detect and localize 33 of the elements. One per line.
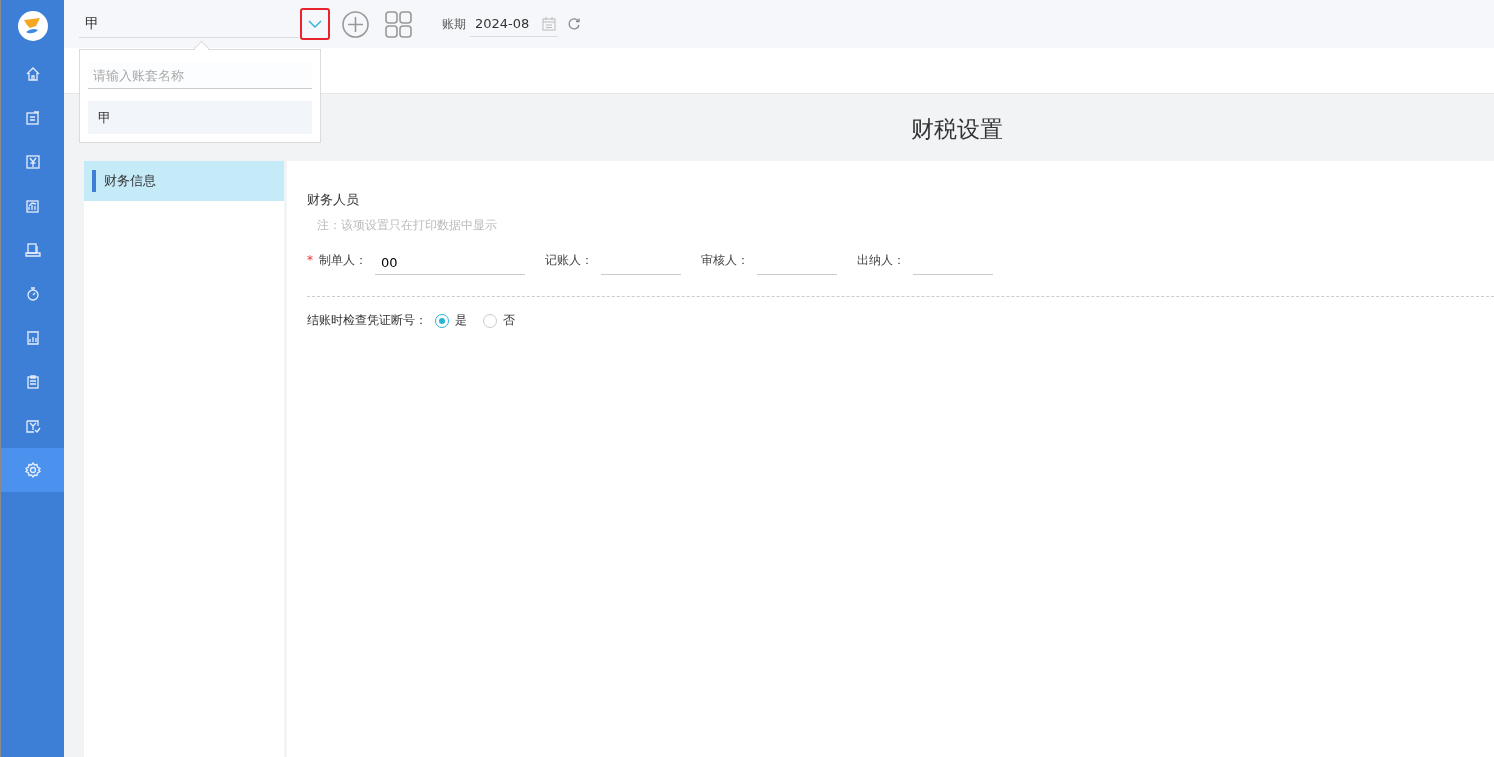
required-mark: * <box>307 253 313 267</box>
chevron-down-icon <box>308 20 322 28</box>
account-select[interactable]: 甲 <box>79 10 299 38</box>
field-label: 记账人： <box>545 251 593 269</box>
period-field[interactable]: 2024-08 <box>470 11 558 37</box>
radio-label: 是 <box>455 312 467 329</box>
dropdown-panel[interactable]: 请输入账套名称 甲 <box>79 49 321 143</box>
yen-check-icon <box>23 417 42 435</box>
page-title: 财税设置 <box>911 115 1003 144</box>
calendar-icon <box>541 15 558 32</box>
chart-icon <box>23 197 42 215</box>
refresh-icon[interactable] <box>567 17 581 31</box>
note-text: 注：该项设置只在打印数据中显示 <box>317 217 498 234</box>
settings-icon <box>23 461 42 479</box>
sidebar-item[interactable] <box>1 448 64 492</box>
app-logo <box>17 11 48 41</box>
field-label: 出纳人： <box>857 251 905 269</box>
document-icon <box>23 109 42 127</box>
radio-label: 否 <box>503 312 515 329</box>
account-option[interactable]: 甲 <box>88 101 312 134</box>
radio-option[interactable]: 否 <box>483 312 515 329</box>
yen-icon <box>23 153 42 171</box>
field-label: 制单人： <box>319 251 367 269</box>
radio-option[interactable]: 是 <box>435 312 467 329</box>
period-label: 账期 <box>442 15 466 33</box>
field-label: 结账时检查凭证断号： <box>307 312 427 329</box>
grid-icon[interactable] <box>385 10 412 38</box>
dropdown-toggle-button[interactable] <box>300 8 330 40</box>
section-title: 财务人员 <box>307 191 360 209</box>
desk-icon <box>23 241 42 259</box>
add-icon[interactable] <box>342 10 369 38</box>
menu-item[interactable]: 财务信息 <box>84 161 284 201</box>
field-label: 审核人： <box>701 251 749 269</box>
